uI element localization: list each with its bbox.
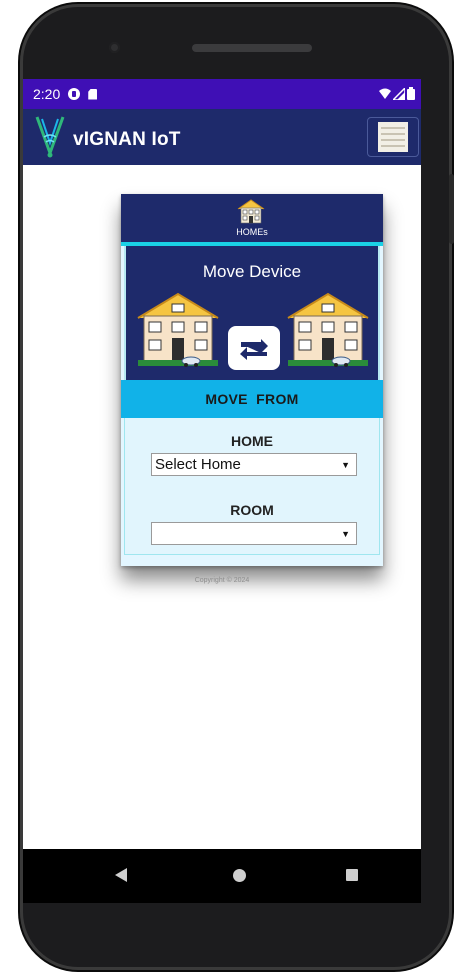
status-time: 2:20 — [33, 86, 61, 102]
status-icons — [379, 87, 415, 100]
room-label: ROOM — [230, 502, 274, 518]
swap-arrows-icon — [240, 339, 268, 360]
room-select[interactable]: ▼ — [151, 522, 357, 545]
chevron-down-icon: ▼ — [341, 529, 350, 539]
home-select-value: Select Home — [155, 456, 241, 473]
screen: 2:20 vIGNAN IoT HOMEs Move Device MOVE F… — [23, 79, 421, 849]
app-bar: vIGNAN IoT — [23, 109, 421, 165]
source-house-illustration — [137, 292, 219, 367]
move-device-card: HOMEs Move Device MOVE FROM HOME Select … — [121, 194, 383, 566]
homes-nav[interactable]: HOMEs — [121, 194, 383, 246]
home-select[interactable]: Select Home ▼ — [151, 453, 357, 476]
status-bar: 2:20 — [23, 79, 421, 109]
battery-icon — [407, 87, 415, 100]
vignan-logo-icon[interactable] — [35, 113, 65, 159]
swap-direction-button[interactable] — [228, 326, 280, 370]
sd-card-icon — [88, 88, 98, 100]
earpiece-speaker — [192, 44, 312, 52]
front-camera — [109, 42, 120, 53]
power-button — [449, 174, 454, 244]
hamburger-menu-icon — [378, 122, 408, 152]
move-device-title: Move Device — [202, 262, 302, 281]
recents-icon[interactable] — [346, 869, 358, 881]
move-device-banner: Move Device — [124, 246, 380, 380]
system-nav-bar — [23, 849, 421, 903]
move-from-form: HOME Select Home ▼ ROOM ▼ — [124, 418, 380, 555]
home-building-icon — [237, 199, 265, 224]
home-circle-icon[interactable] — [233, 869, 246, 882]
app-title: vIGNAN IoT — [73, 129, 181, 150]
hamburger-menu-button[interactable] — [367, 117, 419, 157]
homes-label: HOMEs — [236, 227, 268, 237]
chevron-down-icon: ▼ — [341, 460, 350, 470]
move-from-header: MOVE FROM — [121, 380, 383, 418]
wifi-icon — [379, 88, 391, 99]
notification-icon — [68, 88, 81, 100]
signal-icon — [393, 87, 405, 100]
target-house-illustration — [287, 292, 369, 367]
back-icon[interactable] — [115, 868, 127, 882]
home-label: HOME — [231, 433, 273, 449]
copyright-text: Copyright © 2024 — [194, 577, 250, 584]
